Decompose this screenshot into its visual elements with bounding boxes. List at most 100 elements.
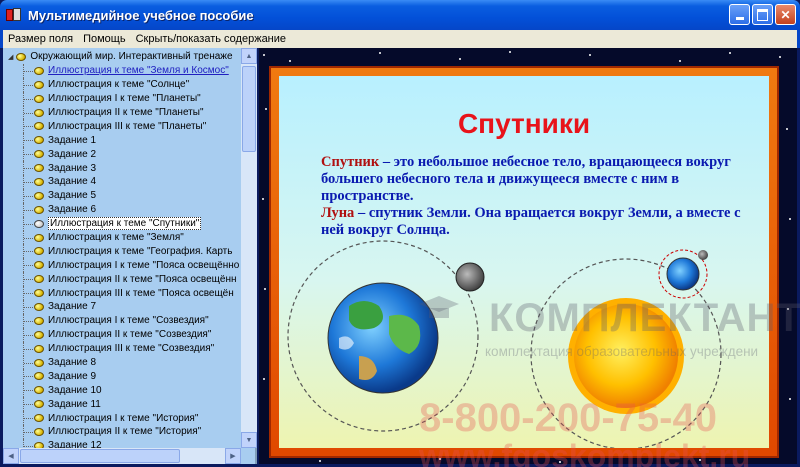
page-icon: [34, 372, 44, 381]
tree-item[interactable]: Задание 5: [3, 188, 241, 203]
tree-item[interactable]: Задание 3: [3, 161, 241, 175]
tree-item[interactable]: Задание 2: [3, 147, 241, 162]
tree-item[interactable]: Иллюстрация II к теме "Планеты": [3, 105, 241, 120]
tree-root[interactable]: ◢ Окружающий мир. Интерактивный тренаже: [3, 50, 241, 64]
star-decoration: [262, 198, 264, 200]
star-decoration: [263, 54, 265, 56]
page-icon: [34, 191, 44, 200]
page-icon: [34, 66, 44, 75]
tree-item-label: Задание 8: [48, 357, 97, 369]
menu-help[interactable]: Помощь: [78, 33, 131, 45]
tree-item[interactable]: Иллюстрация II к теме "Созвездия": [3, 327, 241, 342]
tree-item[interactable]: Иллюстрация к теме "Солнце": [3, 77, 241, 92]
tree-item[interactable]: Задание 1: [3, 133, 241, 148]
page-icon: [34, 344, 44, 353]
scroll-thumb[interactable]: [242, 66, 256, 152]
page-icon: [34, 177, 44, 186]
graduation-cap-icon: [419, 296, 459, 318]
page-icon: [34, 289, 44, 298]
tree-item[interactable]: Иллюстрация I к теме "Созвездия": [3, 313, 241, 328]
tree-item[interactable]: Иллюстрация I к теме "Пояса освещённо: [3, 258, 241, 273]
tree-item-label: Задание 9: [48, 370, 97, 382]
tree-item[interactable]: Иллюстрация III к теме "Пояса освещён: [3, 286, 241, 300]
star-decoration: [779, 56, 781, 58]
star-decoration: [729, 52, 731, 54]
collapse-icon[interactable]: ◢: [8, 53, 13, 61]
tree-item[interactable]: Иллюстрация II к теме "История": [3, 425, 241, 439]
page-icon: [34, 233, 44, 242]
scroll-right-icon[interactable]: ▶: [225, 448, 241, 464]
tree-item-label: Задание 10: [48, 384, 102, 396]
page-icon: [34, 386, 44, 395]
page-icon: [34, 330, 44, 339]
page-icon: [34, 275, 44, 284]
star-decoration: [789, 218, 791, 220]
tree-item-label: Иллюстрация к теме "Спутники": [48, 217, 202, 231]
page-icon: [34, 316, 44, 325]
tree-vertical-scrollbar[interactable]: ▲ ▼: [241, 48, 257, 448]
star-decoration: [265, 108, 267, 110]
contents-tree: ◢ Окружающий мир. Интерактивный тренаже …: [3, 50, 241, 448]
menu-toggle-contents[interactable]: Скрыть/показать содержание: [131, 33, 291, 45]
page-icon: [34, 205, 44, 214]
page-icon: [34, 150, 44, 159]
tree-item[interactable]: Задание 6: [3, 202, 241, 217]
tree-item-label: Иллюстрация I к теме "Планеты": [48, 93, 201, 105]
tree-item[interactable]: Иллюстрация III к теме "Планеты": [3, 119, 241, 134]
menu-field-size[interactable]: Размер поля: [3, 33, 78, 45]
tree-item-label: Задание 4: [48, 176, 97, 188]
tree-item[interactable]: Задание 11: [3, 397, 241, 412]
open-page-icon: [34, 219, 44, 228]
tree-item-label: Иллюстрация II к теме "Пояса освещённ: [48, 273, 237, 285]
tree-item[interactable]: Иллюстрация I к теме "Планеты": [3, 91, 241, 106]
slide-viewport: Спутники Спутник – это небольшое небесно…: [259, 48, 800, 467]
star-decoration: [263, 378, 265, 380]
tree-item[interactable]: Иллюстрация II к теме "Пояса освещённ: [3, 272, 241, 287]
window-title: Мультимедийное учебное пособие: [28, 7, 254, 23]
tree-item-label: Задание 2: [48, 148, 97, 160]
tree-item-label: Иллюстрация II к теме "Созвездия": [48, 329, 212, 341]
tree-item-label: Задание 7: [48, 301, 97, 313]
scroll-up-icon[interactable]: ▲: [241, 48, 257, 64]
tree-item[interactable]: Иллюстрация III к теме "Созвездия": [3, 341, 241, 356]
tree-item[interactable]: Задание 8: [3, 355, 241, 370]
star-decoration: [379, 52, 381, 54]
tree-item[interactable]: Задание 7: [3, 300, 241, 314]
tree-item-label: Задание 5: [48, 190, 97, 202]
page-icon: [34, 136, 44, 145]
small-moon-icon: [698, 250, 708, 260]
app-icon[interactable]: [6, 7, 22, 23]
close-button[interactable]: ✕: [775, 4, 796, 25]
star-decoration: [679, 60, 681, 62]
watermark-site: www.fgoskomplekt.ru: [419, 438, 751, 467]
tree-item[interactable]: Иллюстрация к теме "Земля": [3, 230, 241, 245]
tree-item-label: Иллюстрация II к теме "История": [48, 426, 202, 438]
tree-item[interactable]: Задание 12: [3, 438, 241, 448]
slide: Спутники Спутник – это небольшое небесно…: [279, 76, 800, 467]
minimize-button[interactable]: [729, 4, 750, 25]
star-decoration: [786, 128, 788, 130]
contents-tree-panel: ◢ Окружающий мир. Интерактивный тренаже …: [3, 48, 257, 464]
page-icon: [34, 302, 44, 311]
tree-item-label: Иллюстрация III к теме "Созвездия": [48, 343, 215, 355]
tree-item[interactable]: Иллюстрация I к теме "История": [3, 411, 241, 425]
tree-item-label: Иллюстрация I к теме "История": [48, 412, 199, 424]
page-icon: [34, 108, 44, 117]
tree-item-label: Задание 6: [48, 204, 97, 216]
watermark-phone: 8-800-200-75-40: [419, 396, 717, 440]
tree-item[interactable]: Иллюстрация к теме "Спутники": [3, 216, 241, 231]
tree-item[interactable]: Задание 4: [3, 175, 241, 189]
tree-horizontal-scrollbar[interactable]: ◀ ▶: [3, 448, 241, 464]
scroll-left-icon[interactable]: ◀: [3, 448, 19, 464]
tree-item-label: Иллюстрация к теме "География. Карть: [48, 245, 233, 257]
hscroll-thumb[interactable]: [20, 449, 180, 463]
tree-item[interactable]: Задание 9: [3, 369, 241, 384]
tree-item[interactable]: Задание 10: [3, 383, 241, 398]
tree-item-label: Задание 3: [48, 162, 97, 174]
tree-item[interactable]: Иллюстрация к теме "География. Карть: [3, 244, 241, 259]
tree-item[interactable]: Иллюстрация к теме "Земля и Космос": [3, 63, 241, 78]
maximize-button[interactable]: [752, 4, 773, 25]
tree-item-label: Задание 11: [48, 398, 101, 410]
scroll-down-icon[interactable]: ▼: [241, 432, 257, 448]
title-bar[interactable]: Мультимедийное учебное пособие ✕: [0, 0, 800, 30]
